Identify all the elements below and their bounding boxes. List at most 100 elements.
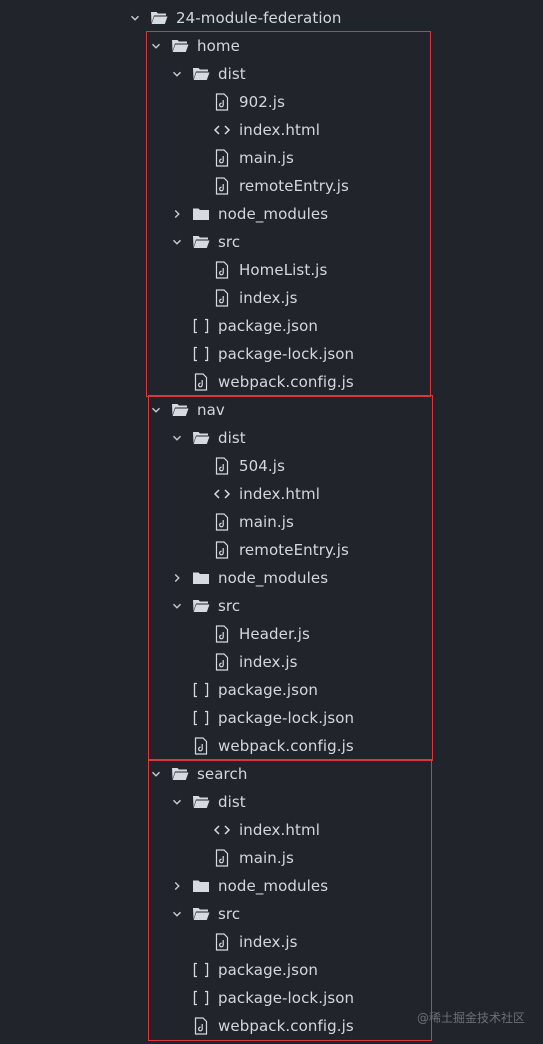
file-row-index-js[interactable]: index.js bbox=[193, 648, 298, 676]
js-file-icon bbox=[213, 541, 231, 559]
chevron-right-icon[interactable] bbox=[172, 881, 182, 891]
file-label: package-lock.json bbox=[218, 709, 355, 727]
chevron-down-icon[interactable] bbox=[172, 69, 182, 79]
file-label: remoteEntry.js bbox=[239, 541, 349, 559]
folder-label: home bbox=[197, 37, 240, 55]
chevron-right-icon[interactable] bbox=[172, 573, 182, 583]
file-row-webpack-config-js[interactable]: webpack.config.js bbox=[172, 368, 354, 396]
file-label: main.js bbox=[239, 513, 294, 531]
folder-label: node_modules bbox=[218, 569, 329, 587]
file-row-package-lock-json[interactable]: package-lock.json bbox=[172, 704, 354, 732]
folder-row-node-modules[interactable]: node_modules bbox=[172, 564, 328, 592]
file-label: index.js bbox=[239, 653, 298, 671]
html-file-icon bbox=[213, 821, 231, 839]
json-file-icon bbox=[192, 317, 210, 335]
folder-open-icon bbox=[171, 765, 189, 783]
file-row-index-js[interactable]: index.js bbox=[193, 284, 298, 312]
file-label: remoteEntry.js bbox=[239, 177, 349, 195]
folder-row-dist[interactable]: dist bbox=[172, 60, 246, 88]
folder-label: dist bbox=[218, 429, 246, 447]
file-row-package-json[interactable]: package.json bbox=[172, 956, 318, 984]
folder-label: node_modules bbox=[218, 877, 329, 895]
file-label: index.js bbox=[239, 933, 298, 951]
file-row-header-js[interactable]: Header.js bbox=[193, 620, 310, 648]
file-label: webpack.config.js bbox=[218, 737, 354, 755]
folder-label: src bbox=[218, 233, 241, 251]
file-row-package-lock-json[interactable]: package-lock.json bbox=[172, 340, 354, 368]
file-row-index-html[interactable]: index.html bbox=[193, 116, 320, 144]
file-label: Header.js bbox=[239, 625, 310, 643]
file-label: package-lock.json bbox=[218, 989, 355, 1007]
js-file-icon bbox=[213, 289, 231, 307]
js-file-icon bbox=[192, 737, 210, 755]
folder-open-icon bbox=[171, 401, 189, 419]
file-row-index-html[interactable]: index.html bbox=[193, 480, 320, 508]
folder-row-src[interactable]: src bbox=[172, 900, 240, 928]
file-row-index-html[interactable]: index.html bbox=[193, 816, 320, 844]
file-label: index.html bbox=[239, 821, 320, 839]
chevron-down-icon[interactable] bbox=[172, 909, 182, 919]
folder-row-nav[interactable]: nav bbox=[151, 396, 225, 424]
js-file-icon bbox=[213, 457, 231, 475]
folder-open-icon bbox=[150, 9, 168, 27]
js-file-icon bbox=[213, 149, 231, 167]
file-row-remoteentry-js[interactable]: remoteEntry.js bbox=[193, 536, 349, 564]
file-row-index-js[interactable]: index.js bbox=[193, 928, 298, 956]
folder-label: 24-module-federation bbox=[176, 9, 342, 27]
file-label: webpack.config.js bbox=[218, 1017, 354, 1035]
file-row-main-js[interactable]: main.js bbox=[193, 508, 294, 536]
folder-label: search bbox=[197, 765, 248, 783]
file-explorer-tree: 24-module-federation home dist 902.js index.… bbox=[0, 0, 543, 1044]
file-row-main-js[interactable]: main.js bbox=[193, 144, 294, 172]
file-row-main-js[interactable]: main.js bbox=[193, 844, 294, 872]
chevron-down-icon[interactable] bbox=[172, 433, 182, 443]
folder-open-icon bbox=[192, 65, 210, 83]
file-label: index.js bbox=[239, 289, 298, 307]
folder-row-dist[interactable]: dist bbox=[172, 788, 246, 816]
chevron-down-icon[interactable] bbox=[172, 797, 182, 807]
file-label: HomeList.js bbox=[239, 261, 328, 279]
folder-row-search[interactable]: search bbox=[151, 760, 247, 788]
folder-row-home[interactable]: home bbox=[151, 32, 240, 60]
file-row-remoteentry-js[interactable]: remoteEntry.js bbox=[193, 172, 349, 200]
folder-open-icon bbox=[192, 905, 210, 923]
folder-icon bbox=[192, 205, 210, 223]
folder-row-node-modules[interactable]: node_modules bbox=[172, 200, 328, 228]
file-row-package-lock-json[interactable]: package-lock.json bbox=[172, 984, 354, 1012]
folder-label: node_modules bbox=[218, 205, 329, 223]
folder-open-icon bbox=[192, 793, 210, 811]
file-row-webpack-config-js[interactable]: webpack.config.js bbox=[172, 732, 354, 760]
file-label: index.html bbox=[239, 121, 320, 139]
js-file-icon bbox=[213, 933, 231, 951]
chevron-down-icon[interactable] bbox=[151, 41, 161, 51]
folder-row-dist[interactable]: dist bbox=[172, 424, 246, 452]
folder-label: dist bbox=[218, 793, 246, 811]
chevron-down-icon[interactable] bbox=[151, 769, 161, 779]
js-file-icon bbox=[213, 261, 231, 279]
chevron-down-icon[interactable] bbox=[172, 601, 182, 611]
folder-row-src[interactable]: src bbox=[172, 592, 240, 620]
file-row-package-json[interactable]: package.json bbox=[172, 676, 318, 704]
file-row-504-js[interactable]: 504.js bbox=[193, 452, 285, 480]
file-row-homelist-js[interactable]: HomeList.js bbox=[193, 256, 327, 284]
js-file-icon bbox=[213, 93, 231, 111]
chevron-down-icon[interactable] bbox=[151, 405, 161, 415]
js-file-icon bbox=[192, 1017, 210, 1035]
chevron-right-icon[interactable] bbox=[172, 209, 182, 219]
watermark: @稀土掘金技术社区 bbox=[416, 1011, 525, 1025]
file-label: main.js bbox=[239, 149, 294, 167]
folder-icon bbox=[192, 877, 210, 895]
folder-row-src[interactable]: src bbox=[172, 228, 240, 256]
chevron-down-icon[interactable] bbox=[172, 237, 182, 247]
file-row-package-json[interactable]: package.json bbox=[172, 312, 318, 340]
folder-row-24-module-federation[interactable]: 24-module-federation bbox=[130, 4, 341, 32]
folder-label: dist bbox=[218, 65, 246, 83]
file-label: index.html bbox=[239, 485, 320, 503]
chevron-down-icon[interactable] bbox=[130, 13, 140, 23]
folder-label: nav bbox=[197, 401, 225, 419]
html-file-icon bbox=[213, 485, 231, 503]
file-row-webpack-config-js[interactable]: webpack.config.js bbox=[172, 1012, 354, 1040]
folder-label: src bbox=[218, 597, 241, 615]
file-row-902-js[interactable]: 902.js bbox=[193, 88, 285, 116]
folder-row-node-modules[interactable]: node_modules bbox=[172, 872, 328, 900]
